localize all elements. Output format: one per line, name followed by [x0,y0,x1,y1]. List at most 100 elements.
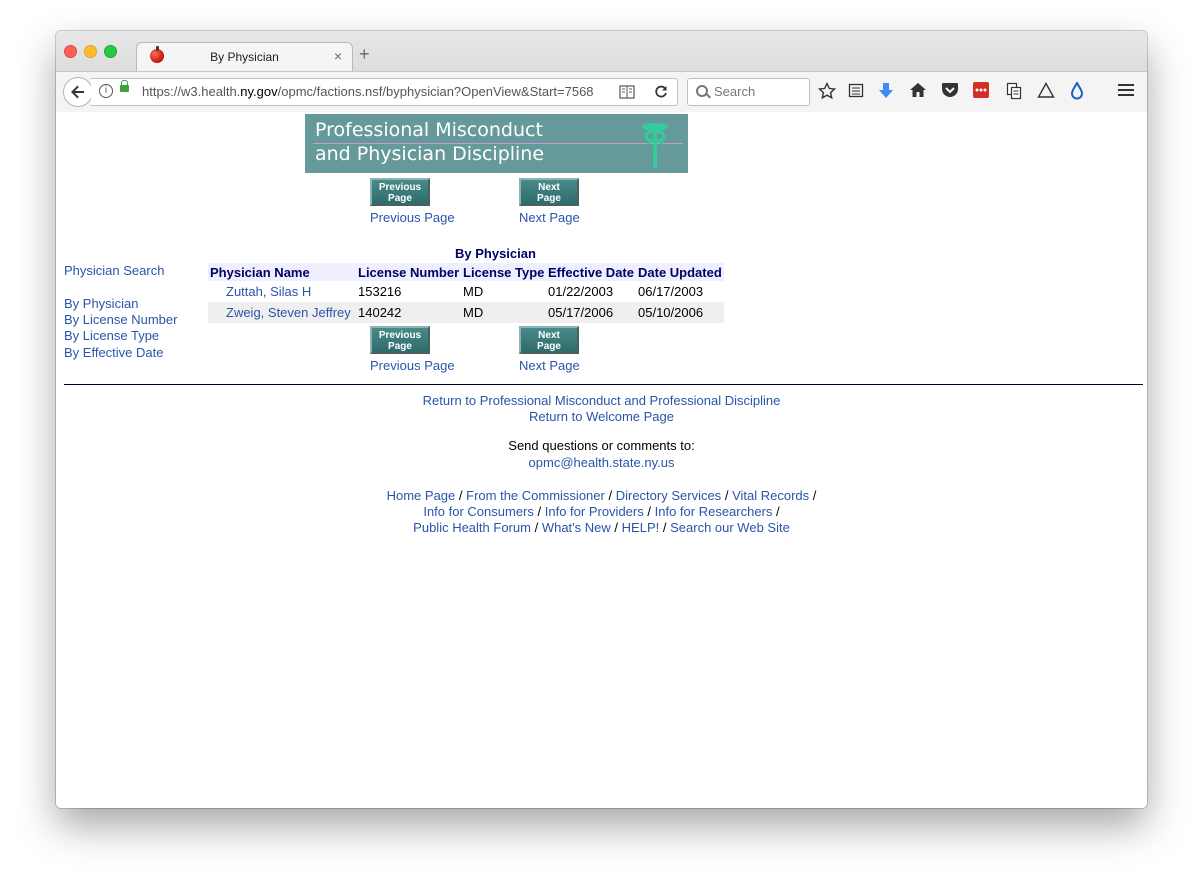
license-number: 140242 [358,305,402,320]
sidebar-item-by-physician[interactable]: By Physician [64,296,138,311]
table-header: Physician Name License Number License Ty… [208,263,724,281]
next-page-link[interactable]: Next Page [519,210,580,225]
url-suffix: /opmc/factions.nsf/byphysician?OpenView&… [277,84,594,99]
minimize-window-button[interactable] [84,45,97,58]
back-button[interactable] [63,77,93,107]
vital-records-link[interactable]: Vital Records [732,488,809,503]
maximize-window-button[interactable] [104,45,117,58]
physician-name-link[interactable]: Zuttah, Silas H [226,284,311,299]
new-tab-button[interactable]: + [359,45,370,63]
email-line: opmc@health.state.ny.us [56,455,1147,470]
separator: / [812,488,817,503]
return-welcome-link[interactable]: Return to Welcome Page [529,409,674,424]
effective-date: 05/17/2006 [548,305,614,320]
physician-search-link[interactable]: Physician Search [64,263,164,278]
reader-view-icon[interactable] [619,85,635,99]
banner-line-1: Professional Misconduct [315,119,543,141]
opmc-banner: Professional Misconduct and Physician Di… [305,114,688,173]
column-header-license-type[interactable]: License Type [463,265,544,280]
clipboard-icon[interactable] [1006,82,1022,100]
previous-page-image-button[interactable]: Previous Page [370,326,430,354]
column-header-license-number[interactable]: License Number [358,265,459,280]
date-updated: 06/17/2003 [638,284,704,299]
next-page-image-button[interactable]: Next Page [519,326,579,354]
separator: / [534,520,539,535]
tab-close-icon[interactable]: × [334,48,342,64]
tab-title: By Physician [210,50,279,64]
close-window-button[interactable] [64,45,77,58]
download-icon[interactable] [878,82,894,100]
license-number: 153216 [358,284,402,299]
next-page-image-button[interactable]: Next Page [519,178,579,206]
column-header-physician-name[interactable]: Physician Name [210,265,310,280]
pocket-icon[interactable] [941,82,959,98]
footer-links-line-1: Home Page / From the Commissioner / Dire… [56,488,1147,503]
info-icon[interactable]: i [99,84,113,98]
whats-new-link[interactable]: What's New [542,520,611,535]
star-icon[interactable] [818,82,836,100]
column-header-date-updated[interactable]: Date Updated [638,265,722,280]
page-content: Professional Misconduct and Physician Di… [56,112,1147,808]
info-for-researchers-link[interactable]: Info for Researchers [655,504,773,519]
search-icon [696,85,708,97]
lastpass-icon[interactable] [973,82,989,98]
from-the-commissioner-link[interactable]: From the Commissioner [466,488,605,503]
separator: / [776,504,780,519]
return-opmc-link[interactable]: Return to Professional Misconduct and Pr… [423,393,781,408]
return-welcome-line: Return to Welcome Page [56,409,1147,424]
navigation-toolbar: i https://w3.health.ny.gov/opmc/factions… [56,71,1147,113]
effective-date: 01/22/2003 [548,284,614,299]
separator: / [537,504,542,519]
footer-links-line-2: Info for Consumers / Info for Providers … [56,504,1147,519]
directory-services-link[interactable]: Directory Services [616,488,721,503]
date-updated: 05/10/2006 [638,305,704,320]
help-link[interactable]: HELP! [622,520,660,535]
back-arrow-icon [71,85,84,99]
license-type: MD [463,284,484,299]
info-for-consumers-link[interactable]: Info for Consumers [423,504,534,519]
delta-icon[interactable] [1037,82,1055,98]
sidebar-item-by-effective-date[interactable]: By Effective Date [64,345,163,360]
sidebar-item-by-license-number[interactable]: By License Number [64,312,177,327]
send-questions-text: Send questions or comments to: [508,438,695,453]
previous-page-image-button[interactable]: Previous Page [370,178,430,206]
separator: / [662,520,667,535]
menu-icon[interactable] [1117,82,1135,98]
lock-icon [120,80,129,92]
public-health-forum-link[interactable]: Public Health Forum [413,520,531,535]
drop-icon[interactable] [1070,82,1084,100]
sidebar-item-by-license-type[interactable]: By License Type [64,328,159,343]
footer-links-line-3: Public Health Forum / What's New / HELP!… [56,520,1147,535]
previous-page-link[interactable]: Previous Page [370,210,455,225]
reload-icon[interactable] [654,85,668,99]
email-link[interactable]: opmc@health.state.ny.us [529,455,675,470]
url-domain: ny.gov [240,84,278,99]
divider [64,384,1143,385]
license-type: MD [463,305,484,320]
table-title: By Physician [455,246,536,261]
separator: / [608,488,613,503]
return-opmc-line: Return to Professional Misconduct and Pr… [56,393,1147,408]
home-icon[interactable] [909,82,927,98]
table-row: Zweig, Steven Jeffrey 140242 MD 05/17/20… [208,302,724,323]
url-text[interactable]: https://w3.health.ny.gov/opmc/factions.n… [142,84,594,99]
url-bar[interactable]: i https://w3.health.ny.gov/opmc/factions… [91,78,678,106]
separator: / [647,504,651,519]
info-for-providers-link[interactable]: Info for Providers [545,504,644,519]
separator: / [724,488,729,503]
physician-name-link[interactable]: Zweig, Steven Jeffrey [226,305,351,320]
banner-line-2: and Physician Discipline [315,143,545,165]
separator: / [458,488,463,503]
next-page-link[interactable]: Next Page [519,358,580,373]
column-header-effective-date[interactable]: Effective Date [548,265,634,280]
search-web-site-link[interactable]: Search our Web Site [670,520,790,535]
tab-by-physician[interactable]: By Physician × [136,42,353,73]
reading-list-icon[interactable] [848,82,864,98]
tab-bar: By Physician × + [56,31,1147,73]
browser-window: By Physician × + i https://w3.health.ny.… [56,31,1147,808]
separator: / [614,520,619,535]
home-page-link[interactable]: Home Page [387,488,456,503]
previous-page-link[interactable]: Previous Page [370,358,455,373]
search-input[interactable]: Search [687,78,810,106]
caduceus-logo-icon [642,123,668,168]
